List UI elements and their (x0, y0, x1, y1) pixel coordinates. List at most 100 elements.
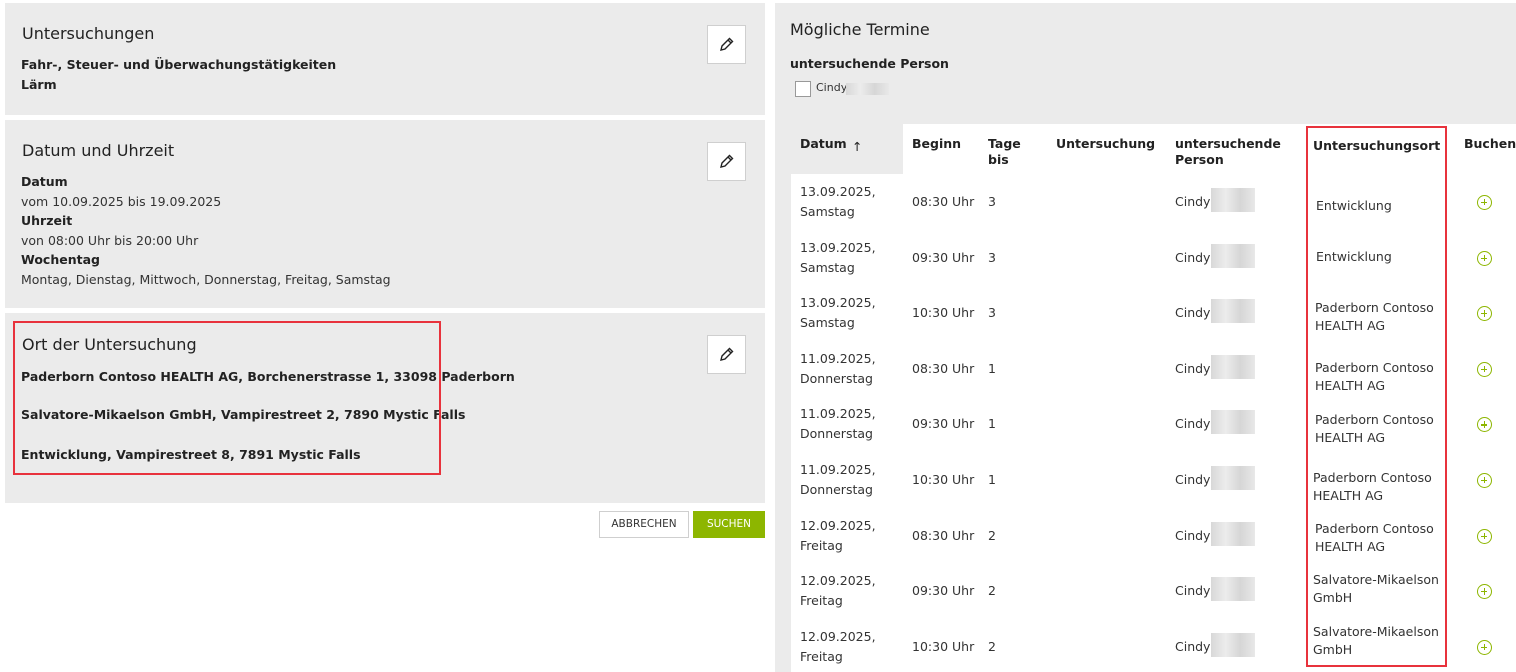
untersuchung-item: Fahr-, Steuer- und Überwachungstätigkeit… (21, 57, 337, 72)
wochentag-label: Wochentag (21, 252, 100, 267)
edit-untersuchungen-button[interactable] (707, 25, 746, 64)
cell-datum-day: Donnerstag (800, 370, 873, 386)
cell-person: Cindy (1175, 472, 1211, 487)
cell-person: Cindy (1175, 360, 1211, 376)
pencil-icon (720, 347, 734, 361)
redacted-name (1211, 354, 1255, 379)
col-datum-header[interactable]: Datum (800, 136, 847, 152)
redacted-name (1211, 521, 1255, 546)
cell-datum-date: 11.09.2025, (800, 406, 876, 422)
cell-datum: 13.09.2025, Samstag (800, 238, 876, 278)
cell-tage: 2 (988, 527, 996, 543)
cell-tage: 2 (988, 638, 996, 654)
cell-datum-date: 12.09.2025, (800, 573, 876, 589)
uhrzeit-value: von 08:00 Uhr bis 20:00 Uhr (21, 233, 199, 248)
col-buchen-header: Buchen (1464, 136, 1516, 151)
uhrzeit-label: Uhrzeit (21, 213, 73, 228)
book-plus-icon[interactable] (1477, 361, 1492, 377)
termine-title: Mögliche Termine (790, 20, 930, 39)
col-tage-line2: bis (988, 152, 1009, 167)
cell-datum: 11.09.2025, Donnerstag (800, 404, 876, 444)
edit-datum-button[interactable] (707, 142, 746, 181)
book-plus-icon[interactable] (1477, 473, 1492, 488)
cell-person: Cindy (1175, 527, 1211, 543)
redacted-name (1211, 299, 1255, 324)
cell-tage: 3 (988, 305, 996, 321)
col-untersuchung-header[interactable]: Untersuchung (1056, 136, 1155, 152)
cell-person: Cindy (1175, 638, 1211, 654)
cell-datum-day: Freitag (800, 537, 843, 553)
datum-label: Datum (21, 174, 68, 189)
redacted-name (1211, 466, 1255, 490)
untersuchung-item: Lärm (21, 77, 57, 92)
cancel-button[interactable]: ABBRECHEN (599, 511, 689, 538)
cell-person: Cindy (1175, 194, 1211, 209)
book-plus-icon[interactable] (1477, 306, 1492, 322)
cell-beginn: 10:30 Uhr (912, 638, 975, 654)
col-beginn-header[interactable]: Beginn (912, 136, 961, 152)
wochentag-value: Montag, Dienstag, Mittwoch, Donnerstag, … (21, 272, 391, 287)
person-filter-label: untersuchende Person (790, 56, 949, 71)
cell-datum: 12.09.2025, Freitag (800, 516, 876, 556)
cell-tage: 2 (988, 583, 996, 599)
cell-beginn: 10:30 Uhr (912, 305, 975, 321)
cell-datum-day: Samstag (800, 315, 855, 331)
cell-datum-date: 12.09.2025, (800, 628, 876, 644)
cell-datum-date: 11.09.2025, (800, 462, 876, 477)
col-person-line1: untersuchende (1175, 136, 1281, 151)
cell-tage: 3 (988, 249, 996, 265)
book-plus-icon[interactable] (1477, 584, 1492, 600)
cell-datum-date: 13.09.2025, (800, 184, 876, 199)
col-tage-header[interactable]: Tage bis (988, 136, 1021, 168)
book-plus-icon[interactable] (1477, 195, 1492, 210)
pencil-icon (720, 154, 734, 168)
book-plus-icon[interactable] (1477, 250, 1492, 266)
redacted-name (846, 83, 889, 95)
cell-datum-day: Donnerstag (800, 426, 873, 442)
search-button[interactable]: SUCHEN (693, 511, 765, 538)
cell-datum: 13.09.2025, Samstag (800, 182, 876, 222)
cell-person: Cindy (1175, 416, 1211, 432)
panel-untersuchungen: Untersuchungen Fahr-, Steuer- und Überwa… (5, 3, 765, 115)
book-plus-icon[interactable] (1477, 639, 1492, 655)
cell-tage: 1 (988, 416, 996, 432)
datum-value: vom 10.09.2025 bis 19.09.2025 (21, 194, 222, 209)
cell-datum-day: Donnerstag (800, 482, 873, 497)
cell-beginn: 09:30 Uhr (912, 249, 975, 265)
book-plus-icon[interactable] (1477, 417, 1492, 433)
redacted-name (1211, 243, 1255, 268)
book-plus-icon[interactable] (1477, 528, 1492, 544)
cell-beginn: 09:30 Uhr (912, 416, 975, 432)
redacted-name (1211, 410, 1255, 435)
pencil-icon (720, 37, 734, 51)
cell-datum-date: 11.09.2025, (800, 350, 876, 366)
cell-datum-day: Samstag (800, 204, 855, 219)
panel-datum-uhrzeit: Datum und Uhrzeit Datum vom 10.09.2025 b… (5, 120, 765, 308)
cell-person: Cindy (1175, 305, 1211, 321)
col-person-line2: Person (1175, 152, 1224, 167)
cell-datum-date: 12.09.2025, (800, 517, 876, 533)
cell-datum: 12.09.2025, Freitag (800, 571, 876, 611)
col-person-header[interactable]: untersuchende Person (1175, 136, 1281, 168)
cell-person: Cindy (1175, 583, 1211, 599)
redacted-name (1211, 577, 1255, 602)
person-checkbox-label: Cindy (816, 81, 848, 94)
edit-ort-button[interactable] (707, 335, 746, 374)
cell-datum-day: Samstag (800, 259, 855, 275)
person-checkbox[interactable] (795, 81, 811, 97)
cell-beginn: 08:30 Uhr (912, 360, 975, 376)
cell-datum: 11.09.2025, Donnerstag (800, 349, 876, 389)
cell-datum: 11.09.2025, Donnerstag (800, 460, 876, 500)
panel-title: Datum und Uhrzeit (22, 141, 175, 160)
cell-beginn: 10:30 Uhr (912, 472, 975, 487)
sort-arrow-icon[interactable]: ↑ (852, 139, 862, 155)
cell-person: Cindy (1175, 249, 1211, 265)
redacted-name (1211, 632, 1255, 657)
cell-datum-day: Freitag (800, 648, 843, 664)
cell-datum: 13.09.2025, Samstag (800, 293, 876, 333)
panel-title: Untersuchungen (22, 24, 155, 43)
cell-beginn: 08:30 Uhr (912, 527, 975, 543)
cell-datum-day: Freitag (800, 593, 843, 609)
cell-beginn: 09:30 Uhr (912, 583, 975, 599)
highlight-box-untersuchungsort (1306, 126, 1447, 667)
